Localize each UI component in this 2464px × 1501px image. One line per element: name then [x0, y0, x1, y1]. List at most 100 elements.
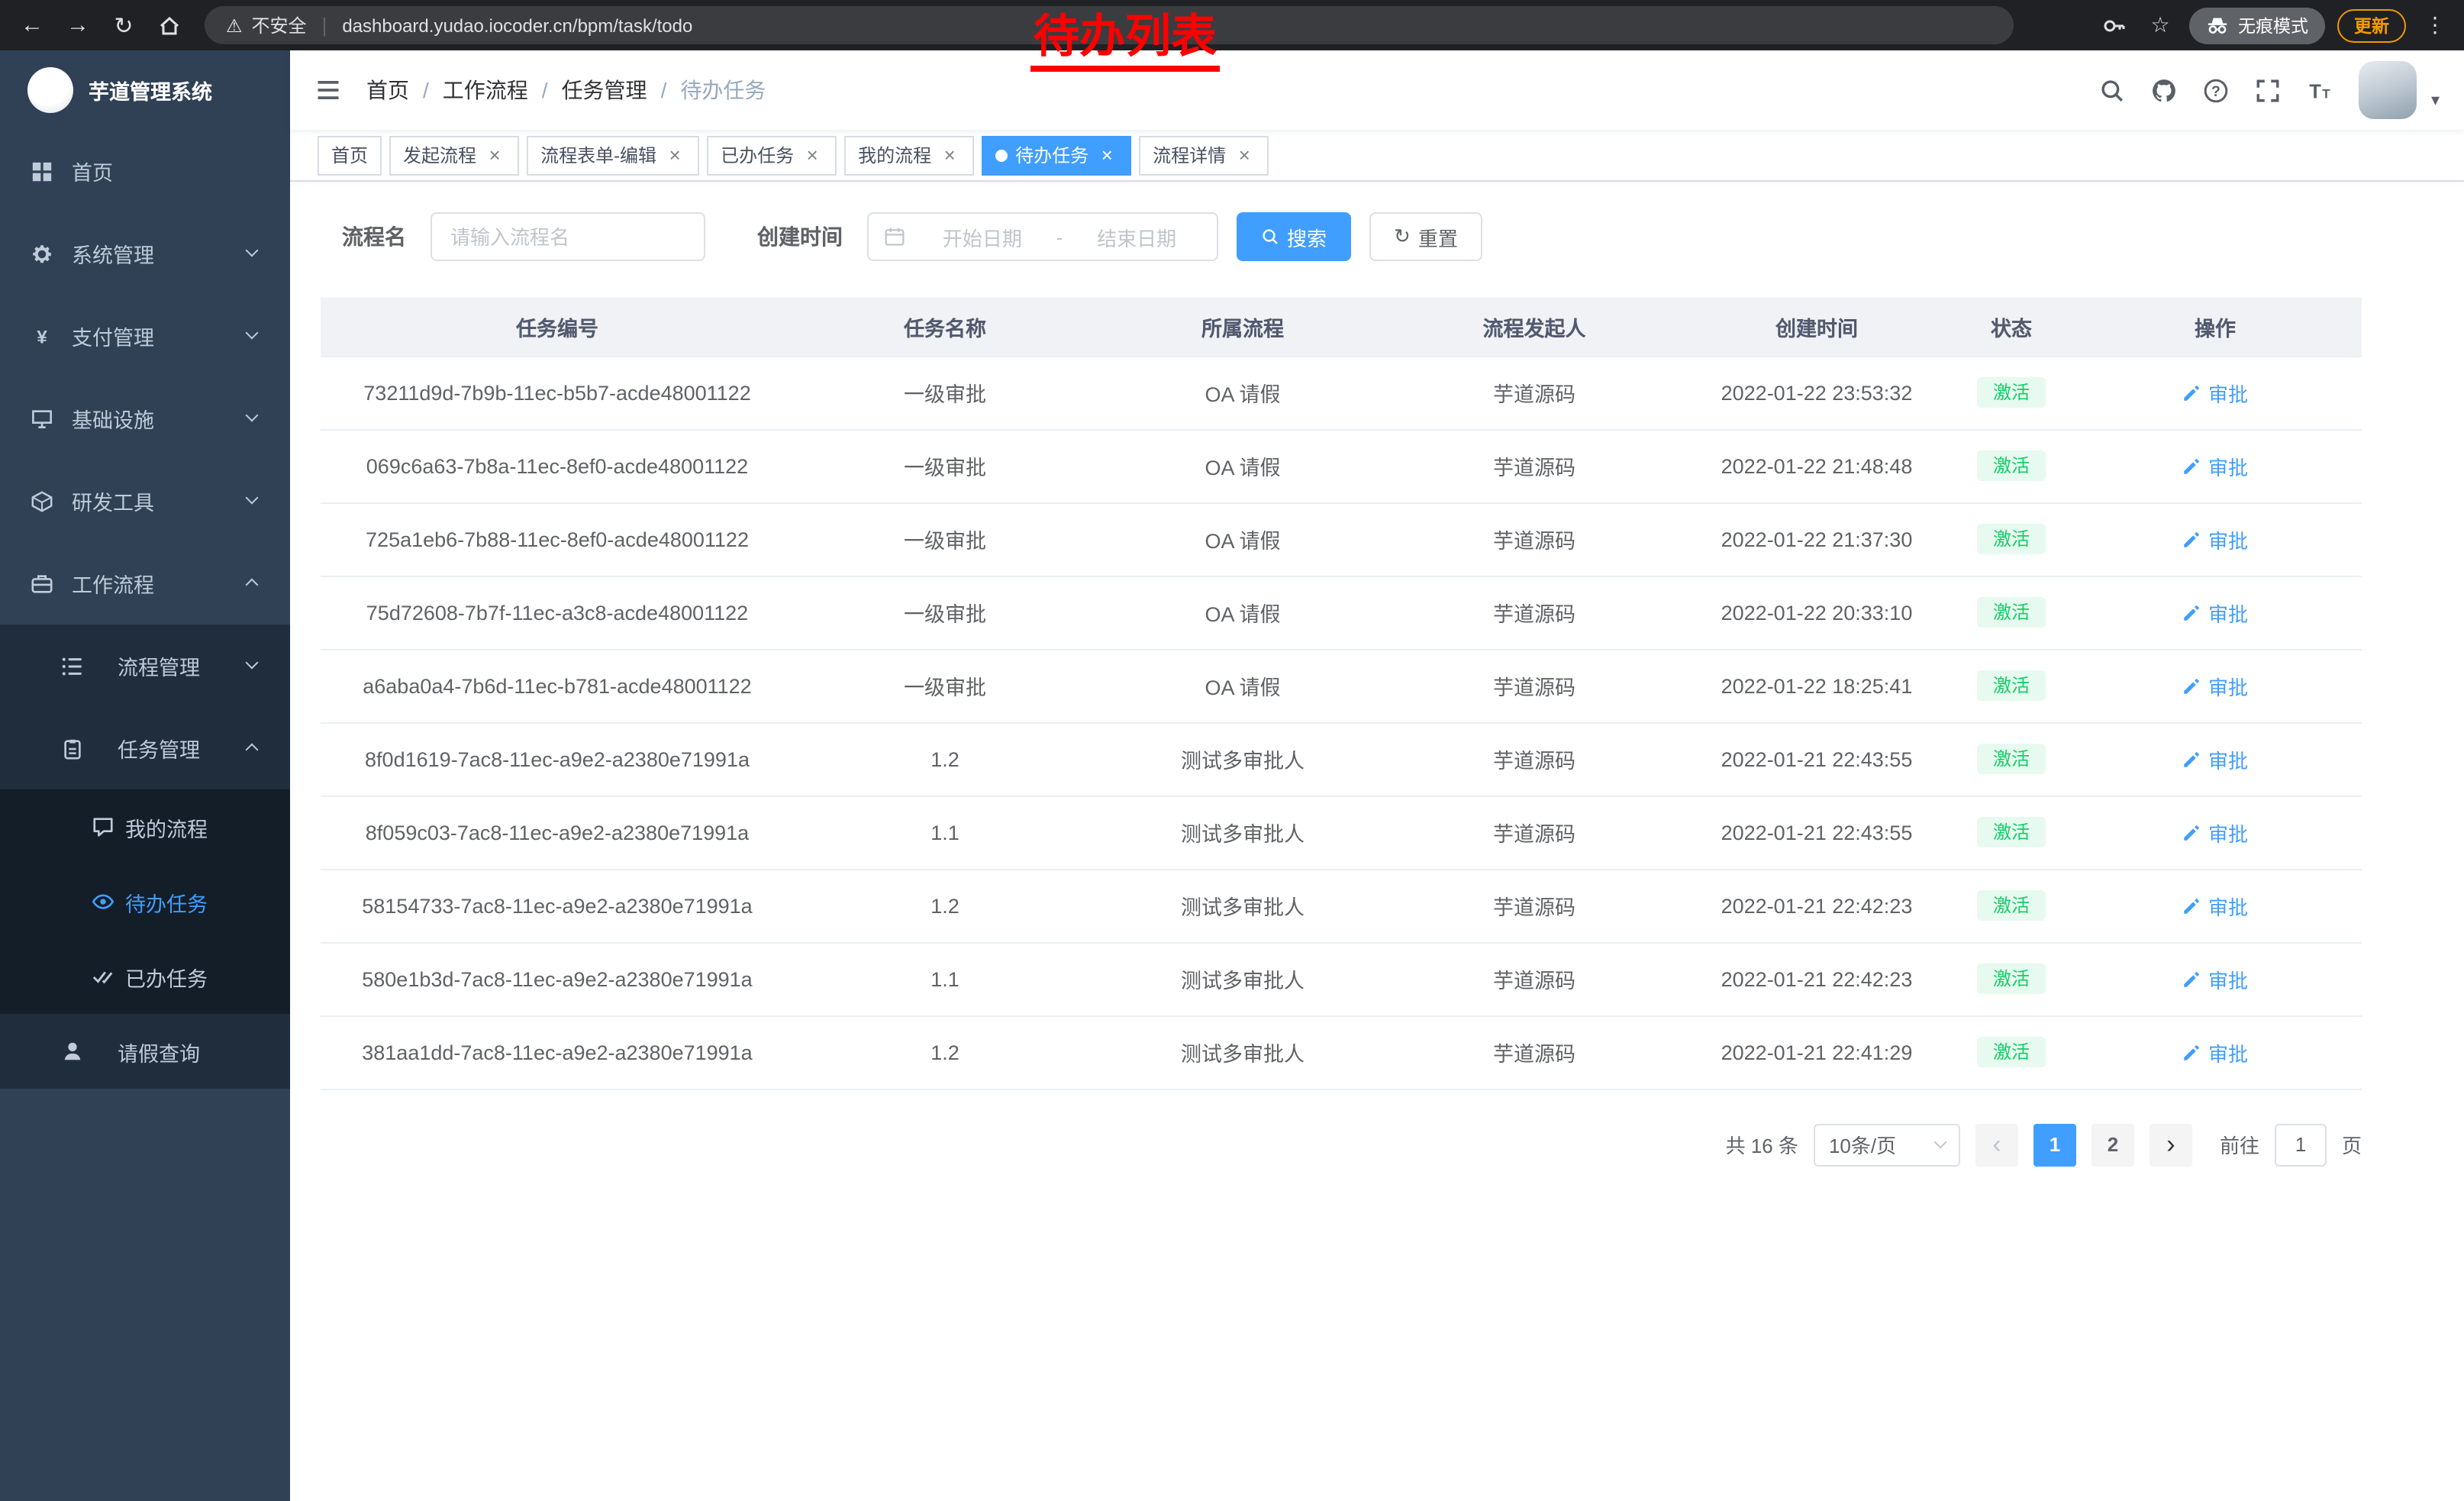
tab-start-process[interactable]: 发起流程 ×: [389, 135, 519, 175]
fullscreen-icon[interactable]: [2256, 77, 2282, 103]
chevron-down-icon: [246, 657, 259, 670]
page-button-1[interactable]: 1: [2033, 1123, 2076, 1166]
breadcrumb-task-mgmt[interactable]: 任务管理: [562, 75, 647, 105]
close-icon[interactable]: ×: [939, 144, 960, 166]
sidebar-item-task-mgmt[interactable]: 任务管理: [0, 707, 290, 789]
caret-down-icon[interactable]: ▾: [2431, 90, 2440, 110]
back-button[interactable]: ←: [12, 5, 52, 45]
close-icon[interactable]: ×: [801, 144, 823, 166]
page-button-2[interactable]: 2: [2091, 1123, 2134, 1166]
status-badge: 激活: [1978, 524, 2045, 554]
bookmark-star-icon[interactable]: ☆: [2143, 8, 2177, 42]
sidebar-item-process-mgmt[interactable]: 流程管理: [0, 625, 290, 707]
edit-icon: [2182, 676, 2202, 696]
font-size-icon[interactable]: [2308, 77, 2333, 103]
approve-link[interactable]: 审批: [2182, 891, 2248, 920]
help-icon[interactable]: [2204, 77, 2230, 103]
close-icon[interactable]: ×: [484, 144, 505, 166]
search-icon[interactable]: [2100, 77, 2126, 103]
approve-link[interactable]: 审批: [2182, 598, 2248, 627]
approve-link[interactable]: 审批: [2182, 744, 2248, 773]
home-button[interactable]: [150, 5, 189, 45]
search-button[interactable]: 搜索: [1237, 212, 1351, 261]
sidebar-item-todo-tasks[interactable]: 待办任务: [0, 864, 290, 939]
tab-process-detail[interactable]: 流程详情 ×: [1139, 135, 1269, 175]
approve-link[interactable]: 审批: [2182, 451, 2248, 480]
tab-form-edit[interactable]: 流程表单-编辑 ×: [527, 135, 699, 175]
end-date-placeholder[interactable]: 结束日期: [1069, 222, 1205, 251]
tab-home[interactable]: 首页: [318, 135, 382, 175]
goto-page-input[interactable]: [2275, 1123, 2327, 1166]
sidebar-item-done-tasks[interactable]: 已办任务: [0, 939, 290, 1014]
approve-link[interactable]: 审批: [2182, 525, 2248, 554]
refresh-icon: ↻: [1394, 224, 1411, 249]
cell-process: OA 请假: [1096, 356, 1389, 429]
yen-icon: [31, 324, 53, 347]
table-row: 73211d9d-7b9b-11ec-b5b7-acde48001122 一级审…: [321, 356, 2362, 429]
cell-status: 激活: [1954, 429, 2069, 502]
cell-process: 测试多审批人: [1096, 796, 1389, 869]
close-icon[interactable]: ×: [1096, 144, 1118, 166]
divider: |: [322, 14, 327, 37]
user-avatar[interactable]: [2359, 61, 2417, 119]
breadcrumb-home[interactable]: 首页: [366, 75, 409, 105]
tab-todo-tasks[interactable]: 待办任务 ×: [982, 135, 1131, 175]
search-icon: [1261, 228, 1279, 246]
goto-label: 前往: [2220, 1130, 2259, 1159]
cell-process: 测试多审批人: [1096, 722, 1389, 796]
approve-link[interactable]: 审批: [2182, 378, 2248, 407]
cell-process: OA 请假: [1096, 649, 1389, 722]
cell-created: 2022-01-22 21:37:30: [1679, 502, 1954, 576]
reset-button[interactable]: ↻ 重置: [1369, 212, 1482, 261]
approve-link[interactable]: 审批: [2182, 1038, 2248, 1067]
collapse-sidebar-icon[interactable]: [314, 76, 342, 104]
close-icon[interactable]: ×: [664, 144, 685, 166]
sidebar-item-home[interactable]: 首页: [0, 130, 290, 212]
close-icon[interactable]: ×: [1234, 144, 1255, 166]
forward-button[interactable]: →: [58, 5, 98, 45]
cell-status: 激活: [1954, 649, 2069, 722]
cell-initiator: 芋道源码: [1389, 942, 1679, 1015]
next-page-button[interactable]: ›: [2150, 1123, 2192, 1166]
key-icon[interactable]: [2098, 8, 2131, 42]
cell-status: 激活: [1954, 502, 2069, 576]
page-size-select[interactable]: 10条/页: [1814, 1123, 1960, 1166]
reload-button[interactable]: ↻: [104, 5, 144, 45]
sidebar-item-workflow[interactable]: 工作流程: [0, 542, 290, 625]
logo-image: [27, 67, 73, 113]
cell-action: 审批: [2069, 869, 2362, 942]
sidebar-item-infrastructure[interactable]: 基础设施: [0, 377, 290, 460]
approve-label: 审批: [2208, 525, 2248, 554]
cell-initiator: 芋道源码: [1389, 796, 1679, 869]
approve-link[interactable]: 审批: [2182, 964, 2248, 993]
table-row: 725a1eb6-7b88-11ec-8ef0-acde48001122 一级审…: [321, 502, 2362, 576]
cell-process: OA 请假: [1096, 502, 1389, 576]
status-badge: 激活: [1978, 817, 2045, 847]
column-header-task-name: 任务名称: [794, 298, 1096, 356]
cell-action: 审批: [2069, 356, 2362, 429]
github-icon[interactable]: [2152, 77, 2178, 103]
approve-link[interactable]: 审批: [2182, 671, 2248, 700]
tab-done-tasks[interactable]: 已办任务 ×: [707, 135, 837, 175]
cell-task-name: 一级审批: [794, 649, 1096, 722]
breadcrumb-workflow[interactable]: 工作流程: [443, 75, 528, 105]
date-range-picker[interactable]: 开始日期 - 结束日期: [867, 212, 1218, 261]
sidebar-item-system[interactable]: 系统管理: [0, 212, 290, 295]
security-label[interactable]: 不安全: [252, 12, 307, 38]
prev-page-button[interactable]: ‹: [1975, 1123, 2018, 1166]
pagination: 共 16 条 10条/页 ‹ 1 2 › 前往 页: [321, 1123, 2362, 1166]
process-name-input[interactable]: [431, 212, 705, 261]
update-button[interactable]: 更新: [2337, 8, 2406, 42]
menu-dots-icon[interactable]: ⋮: [2418, 8, 2452, 42]
cell-action: 审批: [2069, 649, 2362, 722]
tab-my-process[interactable]: 我的流程 ×: [844, 135, 974, 175]
sidebar-item-leave-query[interactable]: 请假查询: [0, 1014, 290, 1089]
cube-icon: [31, 489, 53, 512]
start-date-placeholder[interactable]: 开始日期: [914, 222, 1050, 251]
chat-icon: [92, 815, 114, 838]
sidebar-item-payment[interactable]: 支付管理: [0, 295, 290, 377]
cell-created: 2022-01-21 22:42:23: [1679, 869, 1954, 942]
sidebar-item-devtools[interactable]: 研发工具: [0, 460, 290, 542]
approve-link[interactable]: 审批: [2182, 818, 2248, 847]
sidebar-item-my-process[interactable]: 我的流程: [0, 789, 290, 864]
